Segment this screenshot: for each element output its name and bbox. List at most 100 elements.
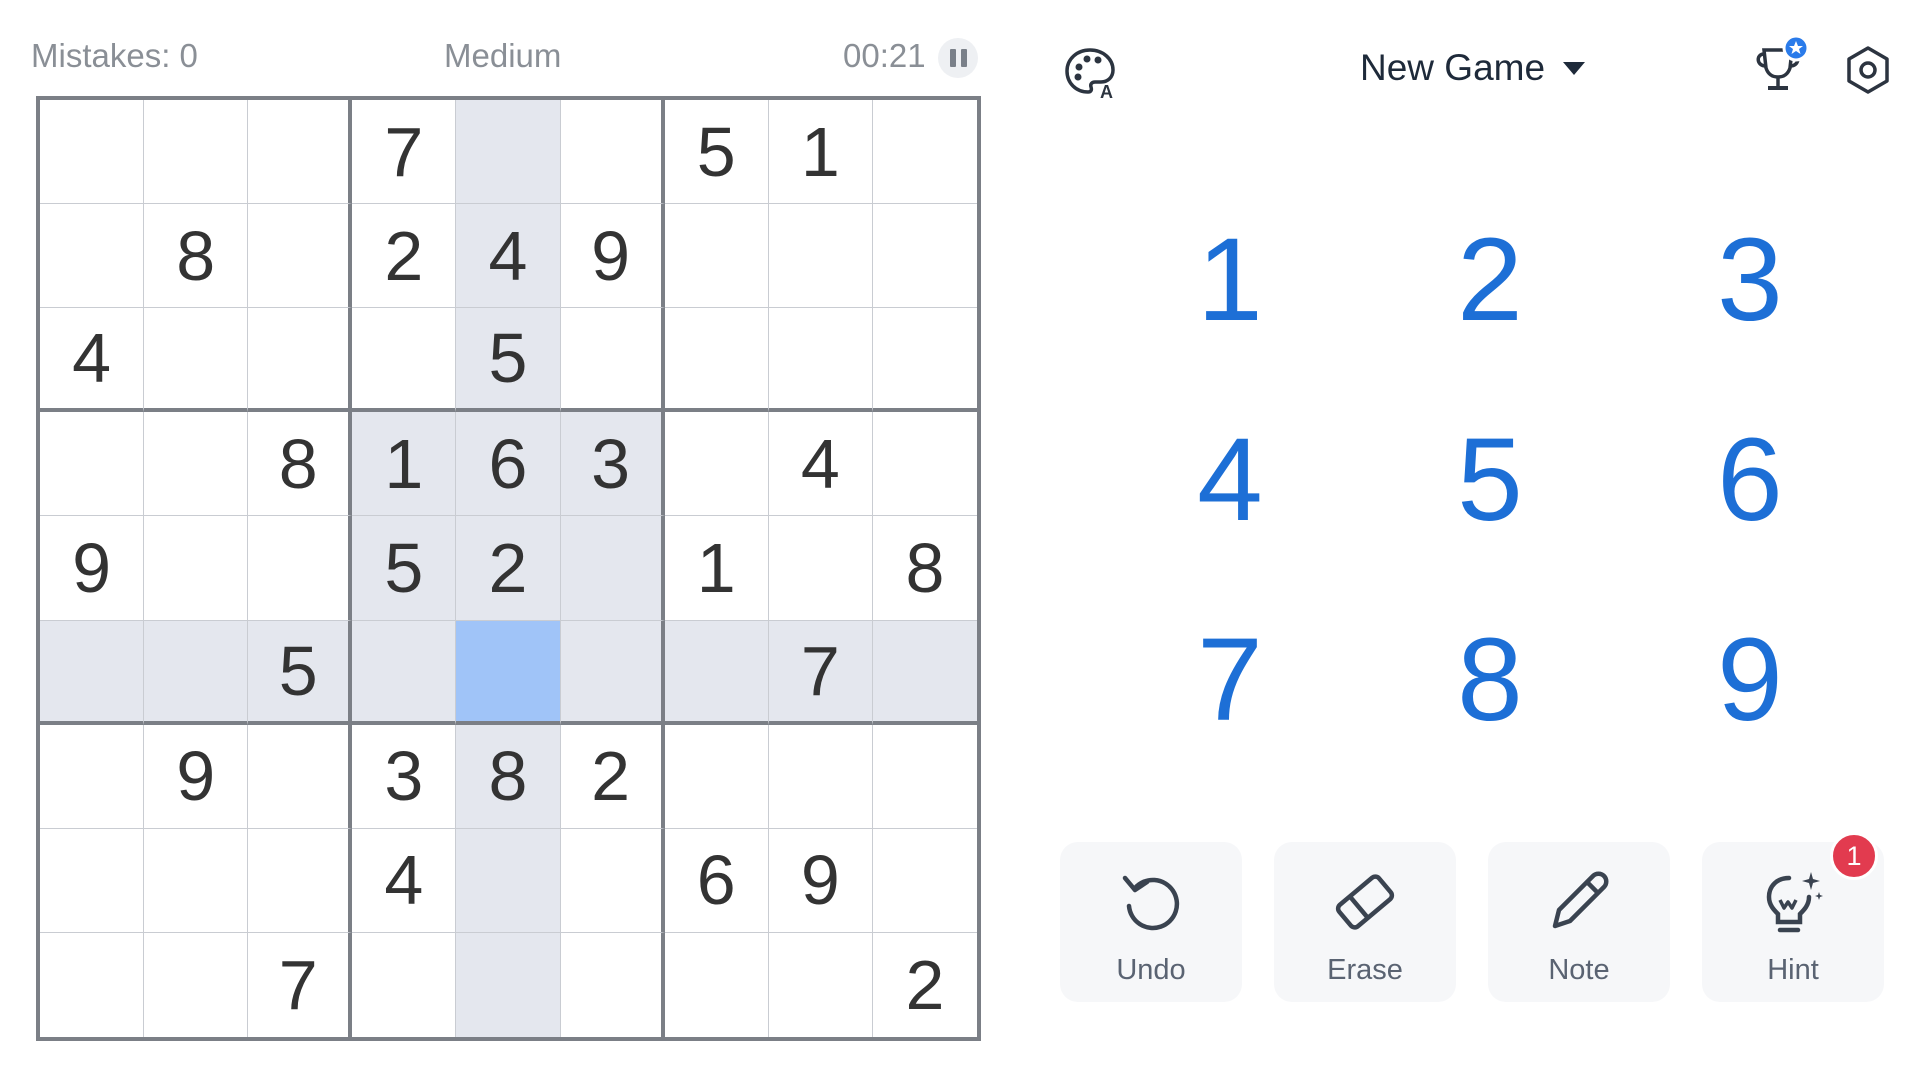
- board-cell[interactable]: [144, 516, 249, 621]
- number-button-8[interactable]: 8: [1360, 580, 1620, 780]
- board-cell[interactable]: [665, 932, 769, 1037]
- board-cell[interactable]: [40, 724, 145, 829]
- board-cell[interactable]: [664, 204, 769, 309]
- board-cell[interactable]: [768, 308, 873, 413]
- board-cell[interactable]: [248, 724, 353, 829]
- board-cell[interactable]: [768, 204, 873, 309]
- erase-button[interactable]: Erase: [1274, 842, 1456, 1002]
- board-cell[interactable]: 1: [768, 100, 873, 205]
- board-cell[interactable]: [872, 620, 977, 725]
- theme-button[interactable]: A: [1058, 40, 1122, 104]
- undo-button[interactable]: Undo: [1060, 842, 1242, 1002]
- board-cell[interactable]: 5: [352, 516, 457, 621]
- board-cell[interactable]: [248, 204, 353, 309]
- hint-count-badge: 1: [1830, 832, 1878, 880]
- board-cell[interactable]: [40, 412, 145, 517]
- board-cell[interactable]: 7: [352, 100, 457, 205]
- new-game-dropdown[interactable]: New Game: [1360, 40, 1586, 96]
- number-button-1[interactable]: 1: [1100, 180, 1360, 380]
- board-cell[interactable]: [872, 725, 977, 829]
- board-cell[interactable]: 9: [40, 516, 145, 621]
- board-cell[interactable]: [352, 308, 457, 413]
- board-cell[interactable]: [560, 308, 665, 413]
- board-cell[interactable]: [560, 620, 665, 725]
- board-cell[interactable]: 9: [768, 828, 873, 933]
- board-cell[interactable]: [872, 412, 977, 517]
- board-cell[interactable]: [40, 620, 145, 725]
- board-cell[interactable]: 9: [144, 724, 249, 829]
- board-cell[interactable]: 8: [872, 516, 977, 621]
- board-cell[interactable]: 2: [456, 516, 561, 621]
- board-cell[interactable]: 3: [560, 412, 665, 517]
- board-cell[interactable]: [40, 828, 145, 933]
- board-cell[interactable]: [561, 932, 665, 1037]
- board-cell[interactable]: 5: [456, 308, 561, 413]
- board-cell[interactable]: [248, 308, 353, 413]
- achievements-button[interactable]: [1750, 34, 1814, 98]
- board-cell[interactable]: 4: [40, 308, 145, 413]
- board-cell[interactable]: [560, 100, 665, 205]
- board-cell[interactable]: [872, 204, 977, 309]
- board-cell[interactable]: [560, 516, 665, 621]
- board-cell[interactable]: [248, 828, 353, 933]
- board-cell[interactable]: [872, 100, 977, 205]
- number-button-4[interactable]: 4: [1100, 380, 1360, 580]
- note-button[interactable]: Note: [1488, 842, 1670, 1002]
- board-cell[interactable]: [40, 932, 145, 1037]
- board-cell[interactable]: 1: [664, 516, 769, 621]
- board-cell[interactable]: 2: [352, 204, 457, 309]
- board-cell[interactable]: [248, 516, 353, 621]
- board-cell[interactable]: [144, 828, 249, 933]
- board-cell[interactable]: 8: [248, 412, 353, 517]
- number-button-2[interactable]: 2: [1360, 180, 1620, 380]
- board-cell[interactable]: [769, 932, 873, 1037]
- board-cell[interactable]: 7: [248, 932, 353, 1037]
- board-cell[interactable]: [352, 932, 457, 1037]
- number-button-7[interactable]: 7: [1100, 580, 1360, 780]
- board-cell[interactable]: 7: [768, 620, 873, 725]
- settings-button[interactable]: [1838, 40, 1898, 100]
- board-cell[interactable]: [872, 308, 977, 413]
- board-cell[interactable]: [456, 932, 561, 1037]
- number-button-6[interactable]: 6: [1620, 380, 1880, 580]
- board-cell[interactable]: [352, 620, 457, 725]
- board-cell[interactable]: [144, 932, 249, 1037]
- board-cell[interactable]: [144, 308, 249, 413]
- board-cell[interactable]: [872, 829, 977, 933]
- number-button-9[interactable]: 9: [1620, 580, 1880, 780]
- board-cell[interactable]: [144, 412, 249, 517]
- board-cell[interactable]: 5: [664, 100, 769, 205]
- board-cell[interactable]: [664, 412, 769, 517]
- hint-button[interactable]: 1 Hint: [1702, 832, 1884, 1002]
- board-cell[interactable]: [456, 828, 561, 933]
- board-cell[interactable]: 1: [352, 412, 457, 517]
- number-button-3[interactable]: 3: [1620, 180, 1880, 380]
- board-cell[interactable]: [40, 100, 145, 205]
- board-cell[interactable]: 2: [873, 933, 977, 1037]
- board-cell[interactable]: 8: [456, 724, 561, 829]
- board-cell[interactable]: [144, 100, 249, 205]
- board-cell[interactable]: [248, 100, 353, 205]
- board-cell[interactable]: [144, 620, 249, 725]
- board-cell[interactable]: 8: [144, 204, 249, 309]
- board-cell[interactable]: [456, 620, 561, 725]
- board-cell[interactable]: [664, 620, 769, 725]
- pause-button[interactable]: [938, 38, 978, 78]
- board-cell[interactable]: [560, 828, 665, 933]
- board-cell[interactable]: [768, 724, 873, 829]
- board-cell[interactable]: 5: [248, 620, 353, 725]
- board-cell[interactable]: 6: [664, 828, 769, 933]
- board-cell[interactable]: 9: [560, 204, 665, 309]
- number-button-5[interactable]: 5: [1360, 380, 1620, 580]
- board-cell[interactable]: 3: [352, 724, 457, 829]
- board-cell[interactable]: [40, 204, 145, 309]
- board-cell[interactable]: 6: [456, 412, 561, 517]
- board-cell[interactable]: [456, 100, 561, 205]
- board-cell[interactable]: [664, 308, 769, 413]
- board-cell[interactable]: 4: [456, 204, 561, 309]
- board-cell[interactable]: 2: [560, 724, 665, 829]
- board-cell[interactable]: 4: [768, 412, 873, 517]
- board-cell[interactable]: 4: [352, 828, 457, 933]
- board-cell[interactable]: [664, 724, 769, 829]
- board-cell[interactable]: [768, 516, 873, 621]
